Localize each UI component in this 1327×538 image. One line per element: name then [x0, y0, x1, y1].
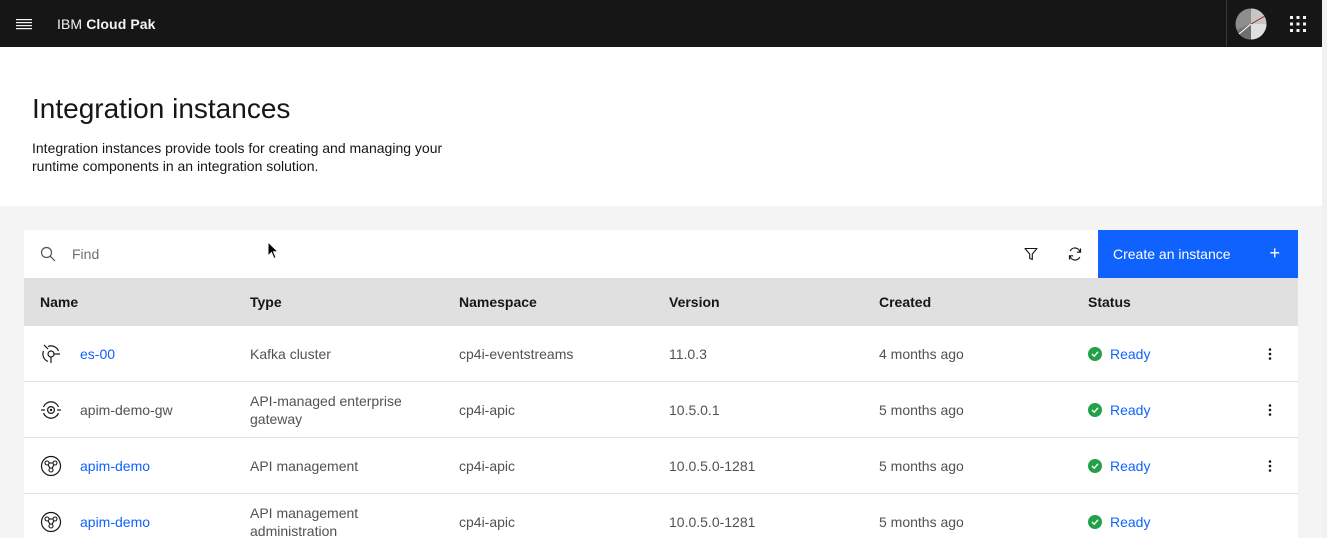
- user-avatar-icon: [1235, 8, 1266, 39]
- search-icon: [40, 246, 56, 262]
- checkmark-filled-icon: [1088, 347, 1102, 361]
- instance-version: 11.0.3: [669, 346, 707, 362]
- instance-version: 10.0.5.0-1281: [669, 458, 756, 474]
- instance-type: Kafka cluster: [250, 346, 331, 362]
- refresh-icon: [1068, 247, 1082, 261]
- page-title: Integration instances: [32, 93, 291, 124]
- instance-status: Ready: [1088, 382, 1238, 438]
- brand-prefix: IBM: [57, 15, 83, 32]
- add-icon: +: [1269, 243, 1280, 263]
- filter-icon: [1024, 247, 1038, 261]
- row-overflow-menu-button[interactable]: [1254, 342, 1286, 366]
- hamburger-icon: [16, 18, 32, 29]
- instances-table: Name Type Namespace Version Created Stat…: [24, 278, 1298, 538]
- column-header-namespace[interactable]: Namespace: [459, 278, 537, 326]
- hamburger-menu-button[interactable]: [0, 0, 48, 47]
- table-row[interactable]: apim-demo-gw API-managed enterprise gate…: [24, 382, 1298, 438]
- instance-namespace: cp4i-apic: [459, 514, 516, 530]
- status-ready-link[interactable]: Ready: [1110, 513, 1150, 531]
- checkmark-filled-icon: [1088, 403, 1102, 417]
- row-overflow-menu-button[interactable]: [1254, 398, 1286, 422]
- refresh-button[interactable]: [1053, 230, 1097, 278]
- row-overflow-menu-button[interactable]: [1254, 454, 1286, 478]
- column-header-version[interactable]: Version: [669, 278, 720, 326]
- column-header-status[interactable]: Status: [1088, 278, 1131, 326]
- api-management-icon: [40, 511, 62, 533]
- checkmark-filled-icon: [1088, 515, 1102, 529]
- instance-namespace: cp4i-apic: [459, 458, 516, 474]
- product-brand[interactable]: IBM Cloud Pak: [57, 16, 156, 32]
- overflow-menu-vertical-icon: [1268, 404, 1272, 416]
- table-row[interactable]: apim-demo API management cp4i-apic 10.0.…: [24, 438, 1298, 494]
- instance-namespace: cp4i-eventstreams: [459, 346, 574, 362]
- top-navigation-bar: IBM Cloud Pak: [0, 0, 1322, 47]
- api-management-icon: [40, 455, 62, 477]
- status-ready-link[interactable]: Ready: [1110, 457, 1150, 475]
- user-profile-button[interactable]: [1226, 0, 1274, 47]
- table-toolbar: Create an instance +: [24, 230, 1298, 278]
- app-switcher-icon: [1290, 15, 1306, 32]
- instance-version: 10.5.0.1: [669, 402, 720, 418]
- page-description: Integration instances provide tools for …: [32, 140, 443, 174]
- search-input[interactable]: [72, 230, 672, 278]
- instance-status: Ready: [1088, 326, 1238, 382]
- table-row[interactable]: apim-demo API management administration …: [24, 494, 1298, 538]
- instance-type: API management administration: [250, 505, 359, 538]
- instance-status: Ready: [1088, 494, 1238, 538]
- instance-status: Ready: [1088, 438, 1238, 494]
- checkmark-filled-icon: [1088, 459, 1102, 473]
- create-instance-label: Create an instance: [1113, 246, 1231, 262]
- instance-name-link[interactable]: es-00: [80, 326, 250, 382]
- gateway-icon: [41, 401, 61, 419]
- column-header-created[interactable]: Created: [879, 278, 931, 326]
- page-scrollbar[interactable]: [1322, 0, 1327, 538]
- table-header: Name Type Namespace Version Created Stat…: [24, 278, 1298, 326]
- instance-type: API-managed enterprise gateway: [250, 393, 402, 427]
- instance-version: 10.0.5.0-1281: [669, 514, 756, 530]
- overflow-menu-vertical-icon: [1268, 348, 1272, 360]
- instance-created: 5 months ago: [879, 458, 964, 474]
- create-instance-button[interactable]: Create an instance +: [1098, 230, 1298, 278]
- topbar-actions: [1226, 0, 1322, 47]
- instance-created: 5 months ago: [879, 402, 964, 418]
- table-row[interactable]: es-00 Kafka cluster cp4i-eventstreams 11…: [24, 326, 1298, 382]
- instance-name-link[interactable]: apim-demo: [80, 494, 250, 538]
- instance-name-link[interactable]: apim-demo: [80, 438, 250, 494]
- mouse-cursor-icon: [267, 241, 279, 260]
- overflow-menu-vertical-icon: [1268, 460, 1272, 472]
- column-header-type[interactable]: Type: [250, 278, 282, 326]
- filter-button[interactable]: [1009, 230, 1053, 278]
- instance-created: 4 months ago: [879, 346, 964, 362]
- instance-name: apim-demo-gw: [80, 402, 173, 418]
- instance-namespace: cp4i-apic: [459, 402, 516, 418]
- event-streams-icon: [42, 344, 60, 363]
- brand-product-name: Cloud Pak: [86, 15, 156, 32]
- status-ready-link[interactable]: Ready: [1110, 345, 1150, 363]
- page-header: Integration instances Integration instan…: [0, 47, 1322, 206]
- instance-type: API management: [250, 458, 359, 474]
- instance-created: 5 months ago: [879, 514, 964, 530]
- status-ready-link[interactable]: Ready: [1110, 401, 1150, 419]
- column-header-name[interactable]: Name: [40, 278, 78, 326]
- app-switcher-button[interactable]: [1274, 0, 1322, 47]
